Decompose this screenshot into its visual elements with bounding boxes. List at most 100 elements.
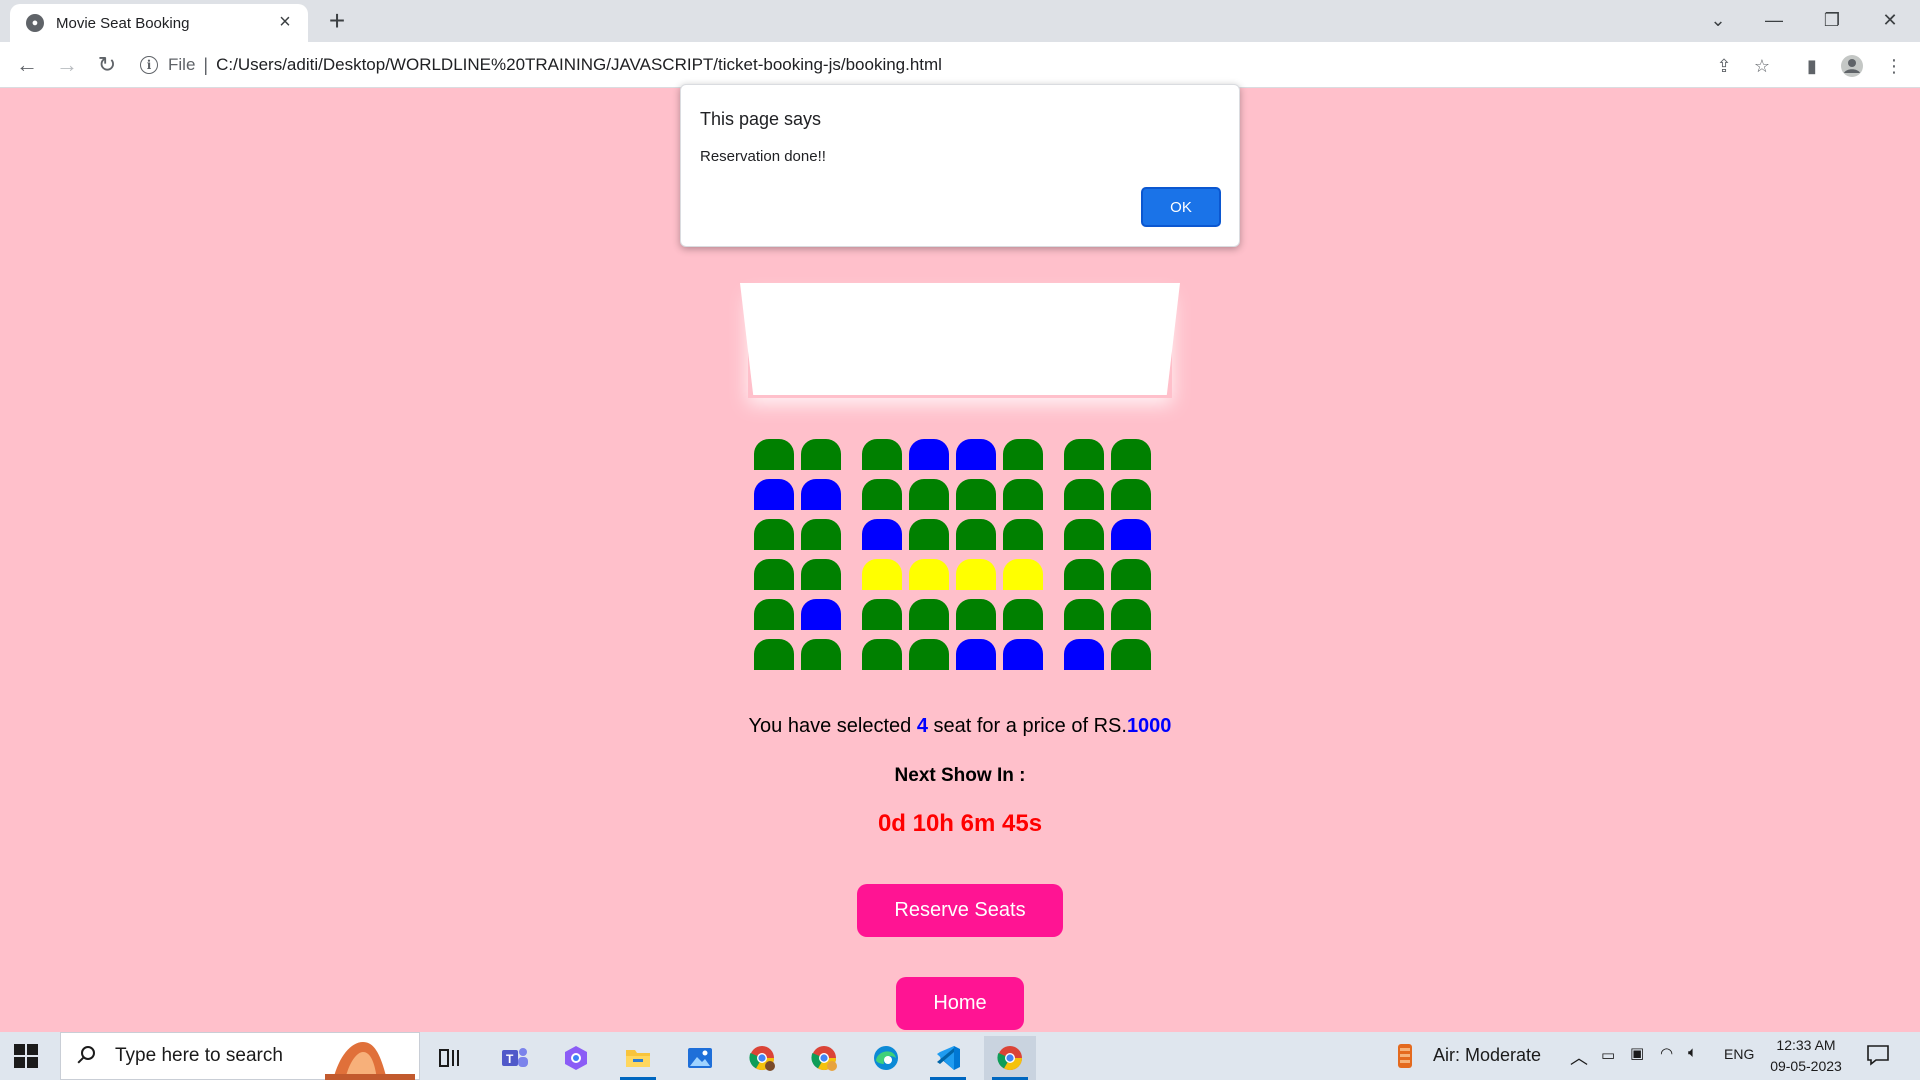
- seat-available[interactable]: [956, 479, 996, 510]
- seat-available[interactable]: [1003, 599, 1043, 630]
- seat-available[interactable]: [909, 479, 949, 510]
- seat-available[interactable]: [909, 599, 949, 630]
- copilot-icon[interactable]: [550, 1036, 602, 1080]
- clock-date: 09-05-2023: [1770, 1058, 1842, 1074]
- seat-occupied[interactable]: [801, 599, 841, 630]
- close-tab-icon[interactable]: ×: [274, 12, 296, 34]
- seat-available[interactable]: [754, 639, 794, 670]
- browser-tab[interactable]: ● Movie Seat Booking ×: [10, 4, 308, 42]
- seat-available[interactable]: [801, 439, 841, 470]
- seat-available[interactable]: [1003, 479, 1043, 510]
- seat-row: [754, 439, 1158, 479]
- seat-selected[interactable]: [1003, 559, 1043, 590]
- menu-kebab-icon[interactable]: ⋮: [1882, 54, 1906, 78]
- tab-search-icon[interactable]: ⌄: [1690, 0, 1746, 40]
- chrome-profile-icon[interactable]: [736, 1036, 788, 1080]
- dialog-title: This page says: [700, 109, 822, 129]
- file-scheme-label: File: [168, 55, 196, 74]
- edge-icon[interactable]: [860, 1036, 912, 1080]
- language-indicator[interactable]: ENG: [1724, 1046, 1754, 1062]
- battery-icon[interactable]: ▭: [1601, 1046, 1615, 1064]
- seat-available[interactable]: [1064, 599, 1104, 630]
- url-text[interactable]: C:/Users/aditi/Desktop/WORLDLINE%20TRAIN…: [216, 55, 942, 75]
- new-tab-icon[interactable]: +: [322, 7, 352, 36]
- seat-available[interactable]: [1111, 559, 1151, 590]
- seat-row: [754, 519, 1158, 559]
- seat-occupied[interactable]: [1003, 639, 1043, 670]
- seat-available[interactable]: [909, 639, 949, 670]
- seat-occupied[interactable]: [801, 479, 841, 510]
- seat-occupied[interactable]: [909, 439, 949, 470]
- show-hidden-icons[interactable]: ︿: [1570, 1044, 1588, 1070]
- cinema-screen: [740, 283, 1180, 395]
- seat-available[interactable]: [1111, 639, 1151, 670]
- seat-available[interactable]: [862, 599, 902, 630]
- seat-occupied[interactable]: [1064, 639, 1104, 670]
- share-icon[interactable]: ⇪: [1712, 54, 1736, 78]
- windows-taskbar: Type here to search T Air: Moderate ︿ ▭ …: [0, 1032, 1920, 1080]
- info-icon[interactable]: i: [140, 56, 158, 74]
- seat-row: [754, 639, 1158, 679]
- task-view-icon[interactable]: [424, 1036, 476, 1080]
- seat-available[interactable]: [1003, 439, 1043, 470]
- notifications-icon[interactable]: [1866, 1044, 1890, 1066]
- reserve-seats-button[interactable]: Reserve Seats: [857, 884, 1063, 937]
- minimize-icon[interactable]: —: [1746, 0, 1802, 40]
- seat-available[interactable]: [754, 599, 794, 630]
- volume-icon[interactable]: 🔈︎: [1688, 1044, 1697, 1061]
- dialog-ok-button[interactable]: OK: [1141, 187, 1221, 227]
- seat-available[interactable]: [801, 639, 841, 670]
- profile-icon[interactable]: [1840, 54, 1864, 78]
- seat-available[interactable]: [1111, 599, 1151, 630]
- seat-available[interactable]: [801, 559, 841, 590]
- close-window-icon[interactable]: ✕: [1862, 0, 1918, 40]
- system-clock[interactable]: 12:33 AM 09-05-2023: [1766, 1035, 1846, 1077]
- restore-icon[interactable]: ❐: [1804, 0, 1860, 40]
- seat-available[interactable]: [956, 519, 996, 550]
- summary-middle: seat for a price of RS.: [927, 715, 1127, 737]
- photos-icon[interactable]: [674, 1036, 726, 1080]
- vscode-icon[interactable]: [922, 1036, 974, 1080]
- summary-prefix: You have selected: [748, 715, 917, 737]
- file-explorer-icon[interactable]: [612, 1036, 664, 1080]
- seat-occupied[interactable]: [862, 519, 902, 550]
- seat-available[interactable]: [754, 559, 794, 590]
- seat-selected[interactable]: [862, 559, 902, 590]
- seat-available[interactable]: [1003, 519, 1043, 550]
- air-quality-text[interactable]: Air: Moderate: [1433, 1045, 1541, 1066]
- seat-available[interactable]: [801, 519, 841, 550]
- seat-selected[interactable]: [956, 559, 996, 590]
- teams-icon[interactable]: T: [488, 1036, 540, 1080]
- seat-available[interactable]: [1111, 479, 1151, 510]
- chrome-profile-2-icon[interactable]: [798, 1036, 850, 1080]
- bookmark-star-icon[interactable]: ☆: [1750, 54, 1774, 78]
- side-panel-icon[interactable]: ▮: [1800, 54, 1824, 78]
- seat-available[interactable]: [1064, 439, 1104, 470]
- seat-occupied[interactable]: [1111, 519, 1151, 550]
- seat-occupied[interactable]: [956, 639, 996, 670]
- seat-available[interactable]: [909, 519, 949, 550]
- seat-available[interactable]: [1064, 479, 1104, 510]
- back-icon[interactable]: ←: [12, 50, 42, 80]
- address-bar[interactable]: i File | C:/Users/aditi/Desktop/WORLDLIN…: [140, 47, 1720, 83]
- seat-occupied[interactable]: [956, 439, 996, 470]
- reload-icon[interactable]: ↻: [92, 50, 122, 80]
- seat-available[interactable]: [862, 639, 902, 670]
- seat-available[interactable]: [956, 599, 996, 630]
- wifi-icon[interactable]: ◠: [1660, 1044, 1673, 1062]
- seat-available[interactable]: [754, 519, 794, 550]
- windows-start-icon[interactable]: [14, 1044, 38, 1068]
- seat-selected[interactable]: [909, 559, 949, 590]
- seat-available[interactable]: [1111, 439, 1151, 470]
- seat-available[interactable]: [1064, 519, 1104, 550]
- meet-now-icon[interactable]: ▣: [1630, 1044, 1644, 1062]
- seat-available[interactable]: [754, 439, 794, 470]
- forward-icon[interactable]: →: [52, 50, 82, 80]
- seat-available[interactable]: [1064, 559, 1104, 590]
- seat-available[interactable]: [862, 479, 902, 510]
- seat-available[interactable]: [862, 439, 902, 470]
- air-quality-icon[interactable]: [1396, 1042, 1414, 1070]
- chrome-icon[interactable]: [984, 1036, 1036, 1080]
- seat-occupied[interactable]: [754, 479, 794, 510]
- home-button[interactable]: Home: [896, 977, 1024, 1030]
